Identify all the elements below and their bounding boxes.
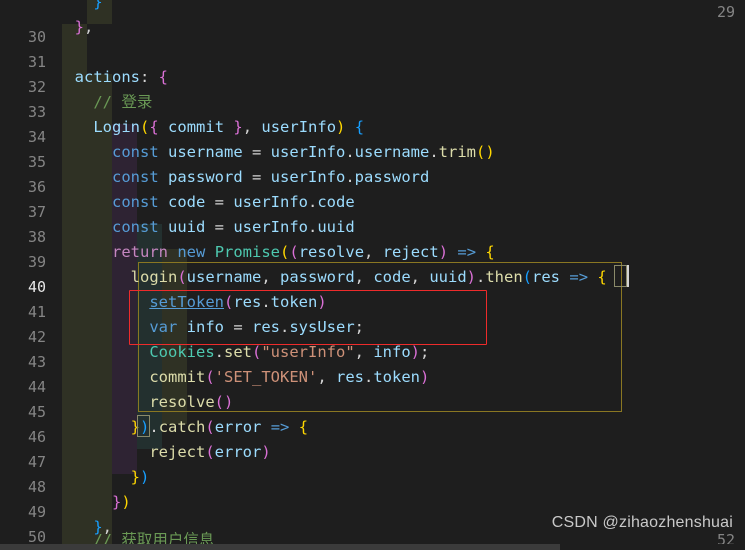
code-line-29-text: } xyxy=(93,0,103,11)
code-line-32-text: actions: { xyxy=(74,68,169,86)
watermark-text: CSDN @zihaozhenshuai xyxy=(551,514,733,531)
code-line-36-text: const password = userInfo.password xyxy=(112,168,430,186)
code-line-43[interactable]: Cookies.set("userInfo", info); xyxy=(56,340,429,365)
line-number-49: 49 xyxy=(27,503,46,521)
line-number-35: 35 xyxy=(27,153,46,171)
code-line-47[interactable]: reject(error) xyxy=(56,440,271,465)
code-line-46[interactable]: }).catch(error => { xyxy=(56,415,308,440)
line-number-39: 39 xyxy=(27,253,46,271)
line-number-30: 30 xyxy=(27,28,46,46)
code-line-40-text: login(username, password, code, uuid).th… xyxy=(130,268,607,286)
code-line-38-text: const uuid = userInfo.uuid xyxy=(112,218,355,236)
code-line-38[interactable]: const uuid = userInfo.uuid xyxy=(56,215,355,240)
code-line-29[interactable]: } xyxy=(56,0,103,15)
line-number-38: 38 xyxy=(27,228,46,246)
line-number-43: 43 xyxy=(27,353,46,371)
code-line-45-text: resolve() xyxy=(149,393,234,411)
code-line-42[interactable]: var info = res.sysUser; xyxy=(56,315,364,340)
line-number-44: 44 xyxy=(27,378,46,396)
line-number-46: 46 xyxy=(27,428,46,446)
line-number-33: 33 xyxy=(27,103,46,121)
code-line-39[interactable]: return new Promise((resolve, reject) => … xyxy=(56,240,495,265)
code-line-33-text: // 登录 xyxy=(93,93,153,111)
code-line-45[interactable]: resolve() xyxy=(56,390,233,415)
text-cursor xyxy=(627,265,629,287)
line-number-31: 31 xyxy=(27,53,46,71)
horizontal-scrollbar-thumb[interactable] xyxy=(0,544,560,550)
code-line-42-text: var info = res.sysUser; xyxy=(149,318,365,336)
line-number-42: 42 xyxy=(27,328,46,346)
code-line-34-text: Login({ commit }, userInfo) { xyxy=(93,118,365,136)
line-number-29: 29 xyxy=(716,3,735,21)
line-number-45: 45 xyxy=(27,403,46,421)
code-line-49[interactable]: }) xyxy=(56,490,131,515)
code-line-46-text: }).catch(error => { xyxy=(130,418,309,436)
code-line-37[interactable]: const code = userInfo.code xyxy=(56,190,355,215)
code-editor[interactable]: 30 31 32 33 34 35 36 37 38 39 40 41 42 4… xyxy=(0,0,745,550)
code-line-30-text: }, xyxy=(74,18,94,36)
line-number-41: 41 xyxy=(27,303,46,321)
code-line-36[interactable]: const password = userInfo.password xyxy=(56,165,429,190)
code-line-41-text: setToken(res.token) xyxy=(149,293,327,311)
line-number-36: 36 xyxy=(27,178,46,196)
code-line-35-text: const username = userInfo.username.trim(… xyxy=(112,143,495,161)
code-line-32[interactable]: actions: { xyxy=(56,65,168,90)
code-line-41[interactable]: setToken(res.token) xyxy=(56,290,327,315)
code-line-47-text: reject(error) xyxy=(149,443,271,461)
code-line-37-text: const code = userInfo.code xyxy=(112,193,355,211)
line-number-48: 48 xyxy=(27,478,46,496)
code-line-43-text: Cookies.set("userInfo", info); xyxy=(149,343,430,361)
code-line-33[interactable]: // 登录 xyxy=(56,90,152,115)
code-line-30[interactable]: }, xyxy=(56,15,94,40)
code-line-48[interactable]: }) xyxy=(56,465,150,490)
line-number-40: 40 xyxy=(27,278,46,296)
code-line-44[interactable]: commit('SET_TOKEN', res.token) xyxy=(56,365,429,390)
line-number-37: 37 xyxy=(27,203,46,221)
code-line-44-text: commit('SET_TOKEN', res.token) xyxy=(149,368,430,386)
line-number-32: 32 xyxy=(27,78,46,96)
code-line-48-text: }) xyxy=(130,468,150,486)
code-line-49-text: }) xyxy=(112,493,131,511)
line-number-34: 34 xyxy=(27,128,46,146)
horizontal-scrollbar-track[interactable] xyxy=(0,544,745,550)
code-content[interactable]: } }, actions: { // 登录 Login({ commit }, … xyxy=(0,0,745,550)
line-number-47: 47 xyxy=(27,453,46,471)
code-line-39-text: return new Promise((resolve, reject) => … xyxy=(112,243,495,261)
line-number-gutter: 30 31 32 33 34 35 36 37 38 39 40 41 42 4… xyxy=(0,0,56,550)
code-line-34[interactable]: Login({ commit }, userInfo) { xyxy=(56,115,364,140)
code-line-40[interactable]: login(username, password, code, uuid).th… xyxy=(56,265,607,290)
code-line-35[interactable]: const username = userInfo.username.trim(… xyxy=(56,140,495,165)
